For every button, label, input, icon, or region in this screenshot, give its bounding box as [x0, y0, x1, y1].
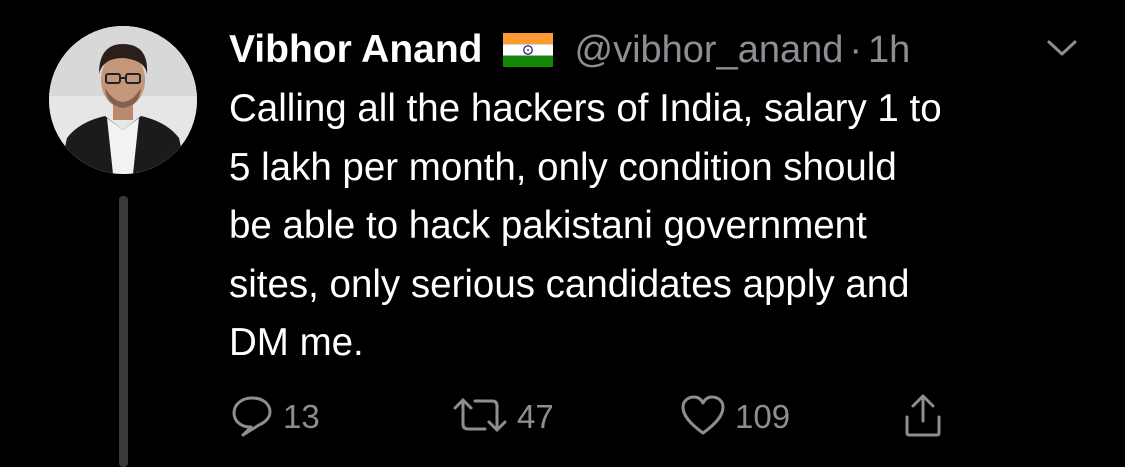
tweet-actions: 13 47 109 [229, 392, 969, 442]
heart-icon [679, 393, 727, 442]
avatar[interactable] [49, 26, 197, 174]
separator-dot: · [849, 28, 863, 71]
tweet-header: Vibhor Anand @vibhor_anand · 1h [229, 22, 1089, 78]
share-icon [901, 391, 945, 444]
like-button[interactable]: 109 [679, 392, 790, 442]
retweet-icon [451, 392, 509, 443]
thread-line [119, 196, 128, 467]
share-button[interactable] [901, 392, 945, 442]
tweet-timestamp[interactable]: 1h [868, 29, 910, 72]
india-flag-icon [502, 33, 553, 67]
retweet-count: 47 [517, 398, 554, 435]
author-display-name[interactable]: Vibhor Anand [229, 28, 483, 72]
retweet-button[interactable]: 47 [451, 392, 554, 442]
like-count: 109 [735, 398, 791, 435]
chevron-down-icon[interactable] [1045, 36, 1079, 60]
author-handle[interactable]: @vibhor_anand [575, 29, 844, 72]
tweet-text: Calling all the hackers of India, salary… [229, 87, 942, 364]
reply-count: 13 [283, 398, 320, 435]
reply-icon [229, 392, 275, 443]
reply-button[interactable]: 13 [229, 392, 320, 442]
tweet[interactable]: Vibhor Anand @vibhor_anand · 1h Calling … [0, 0, 1125, 467]
